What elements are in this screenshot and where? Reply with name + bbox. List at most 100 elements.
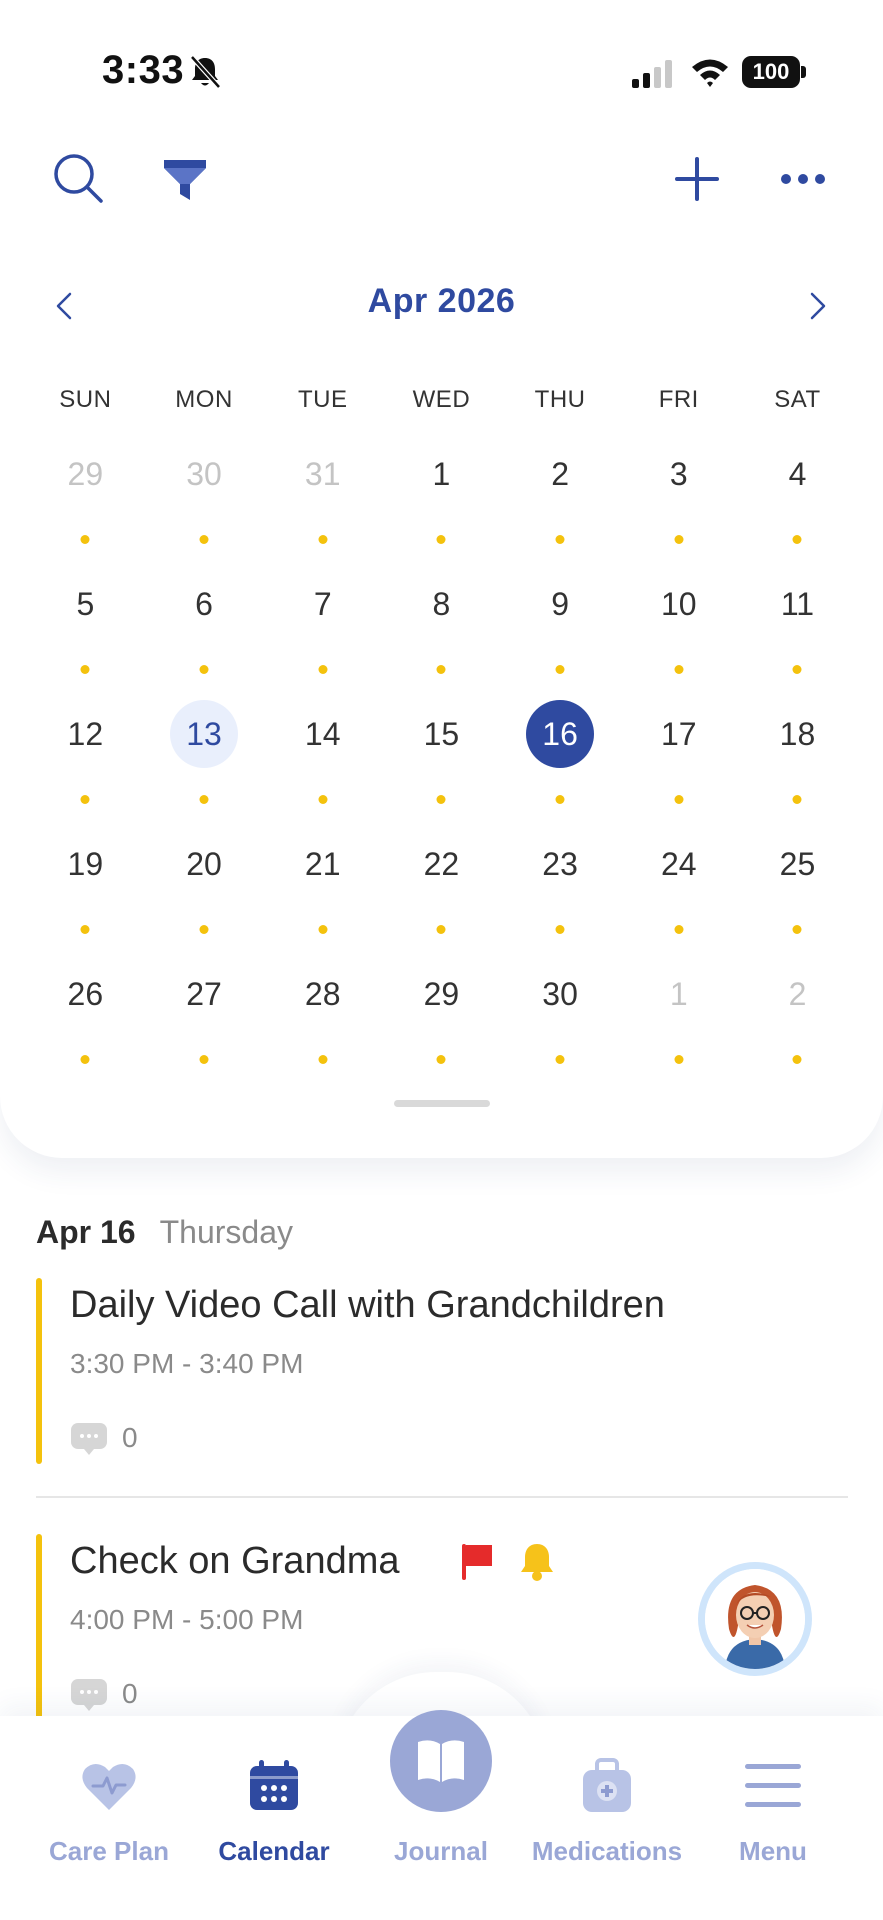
chevron-right-icon[interactable] xyxy=(806,288,830,324)
calendar-day[interactable]: 19 xyxy=(26,830,145,960)
calendar-day[interactable]: 31 xyxy=(263,440,382,570)
nav-care-plan[interactable]: Care Plan xyxy=(26,1716,192,1920)
calendar-day[interactable]: 9 xyxy=(501,570,620,700)
calendar-day[interactable]: 22 xyxy=(382,830,501,960)
day-number: 2 xyxy=(551,456,569,492)
calendar-day[interactable]: 5 xyxy=(26,570,145,700)
day-number: 11 xyxy=(780,586,815,622)
weekday-sun: SUN xyxy=(59,386,112,413)
event-title: Check on Grandma xyxy=(70,1540,400,1582)
bottom-nav: Care Plan Calendar Journal Medications M… xyxy=(0,1710,883,1920)
calendar-day[interactable]: 12 xyxy=(26,700,145,830)
event-dot xyxy=(318,535,328,544)
nav-menu[interactable]: Menu xyxy=(690,1716,856,1920)
calendar-day[interactable]: 10 xyxy=(619,570,738,700)
plus-icon[interactable] xyxy=(672,154,722,204)
calendar-week-row: 12 13 14 15 16 17 18 xyxy=(26,700,857,830)
weekday-fri: FRI xyxy=(658,386,699,413)
event-dot xyxy=(555,1055,565,1064)
event-dot xyxy=(436,1055,446,1064)
bell-off-icon xyxy=(190,55,221,89)
day-number: 26 xyxy=(67,976,104,1012)
calendar-day[interactable]: 30 xyxy=(501,960,620,1090)
calendar-day[interactable]: 2 xyxy=(501,440,620,570)
calendar-day[interactable]: 25 xyxy=(738,830,857,960)
day-number: 27 xyxy=(186,976,222,1012)
day-number: 21 xyxy=(304,846,341,882)
event-card[interactable]: Daily Video Call with Grandchildren 3:30… xyxy=(36,1278,848,1464)
battery-nub xyxy=(801,66,806,78)
weekday-wed: WED xyxy=(412,386,471,413)
calendar-day[interactable]: 1 xyxy=(619,960,738,1090)
drag-handle[interactable] xyxy=(394,1100,490,1107)
event-dot xyxy=(792,1055,802,1064)
day-number: 25 xyxy=(779,846,816,882)
calendar-day[interactable]: 8 xyxy=(382,570,501,700)
weekday-tue: TUE xyxy=(297,386,348,413)
nav-journal[interactable]: Journal xyxy=(358,1710,524,1920)
event-color-bar xyxy=(36,1534,42,1720)
calendar-day-today[interactable]: 13 xyxy=(145,700,264,830)
calendar-day[interactable]: 7 xyxy=(263,570,382,700)
month-title[interactable]: Apr 2026 xyxy=(0,282,883,321)
calendar-icon xyxy=(250,1760,298,1810)
month-header: Apr 2026 xyxy=(0,278,883,334)
calendar-day[interactable]: 2 xyxy=(738,960,857,1090)
event-dot xyxy=(80,665,90,674)
hamburger-menu-icon xyxy=(745,1764,801,1807)
day-number: 3 xyxy=(669,456,688,492)
calendar-day[interactable]: 21 xyxy=(263,830,382,960)
nav-medications[interactable]: Medications xyxy=(524,1716,690,1920)
event-dot xyxy=(555,925,565,934)
comment-count: 0 xyxy=(122,1422,138,1453)
calendar-day[interactable]: 26 xyxy=(26,960,145,1090)
event-dot xyxy=(199,665,209,674)
day-number: 7 xyxy=(313,586,332,622)
calendar-day[interactable]: 23 xyxy=(501,830,620,960)
calendar-day[interactable]: 27 xyxy=(145,960,264,1090)
day-number: 6 xyxy=(195,586,213,622)
calendar-day[interactable]: 6 xyxy=(145,570,264,700)
calendar-week-row: 29 30 31 1 2 3 4 xyxy=(26,440,857,570)
calendar-day[interactable]: 30 xyxy=(145,440,264,570)
search-icon[interactable] xyxy=(52,152,104,204)
calendar-day[interactable]: 18 xyxy=(738,700,857,830)
day-number: 30 xyxy=(542,976,578,1012)
calendar-day[interactable]: 3 xyxy=(619,440,738,570)
calendar-day[interactable]: 11 xyxy=(738,570,857,700)
red-flag-icon xyxy=(462,1544,492,1580)
calendar-day[interactable]: 14 xyxy=(263,700,382,830)
day-number: 19 xyxy=(67,846,104,882)
event-divider xyxy=(36,1496,848,1498)
event-dot xyxy=(199,795,209,804)
calendar-day[interactable]: 4 xyxy=(738,440,857,570)
nav-label: Medications xyxy=(531,1836,683,1866)
filter-icon[interactable] xyxy=(160,156,210,206)
assistant-avatar[interactable] xyxy=(698,1562,812,1676)
calendar-day[interactable]: 20 xyxy=(145,830,264,960)
event-dot xyxy=(436,535,446,544)
journal-button[interactable] xyxy=(390,1710,492,1812)
comment-count: 0 xyxy=(122,1678,138,1709)
calendar-day[interactable]: 24 xyxy=(619,830,738,960)
calendar-day[interactable]: 28 xyxy=(263,960,382,1090)
nav-calendar[interactable]: Calendar xyxy=(191,1716,357,1920)
day-number: 9 xyxy=(551,586,569,622)
nav-label: Journal xyxy=(394,1836,488,1866)
day-number: 1 xyxy=(669,976,688,1012)
more-icon[interactable] xyxy=(780,170,826,188)
calendar-day-selected[interactable]: 16 xyxy=(501,700,620,830)
day-number: 22 xyxy=(423,846,460,882)
day-number: 29 xyxy=(423,976,460,1012)
day-number: 16 xyxy=(526,700,595,768)
calendar-day[interactable]: 1 xyxy=(382,440,501,570)
calendar-grid: 29 30 31 1 2 3 4 5 6 7 8 9 10 11 12 13 14 15 16 17 18 19 20 21 2… xyxy=(26,440,857,1090)
calendar-card: Apr 2026 SUN MON TUE WED THU FRI SAT 29 3… xyxy=(0,0,883,1158)
calendar-day[interactable]: 29 xyxy=(26,440,145,570)
wifi-icon xyxy=(692,59,728,87)
calendar-day[interactable]: 15 xyxy=(382,700,501,830)
calendar-week-row: 26 27 28 29 30 1 2 xyxy=(26,960,857,1090)
calendar-day[interactable]: 29 xyxy=(382,960,501,1090)
event-dot xyxy=(80,925,90,934)
calendar-day[interactable]: 17 xyxy=(619,700,738,830)
